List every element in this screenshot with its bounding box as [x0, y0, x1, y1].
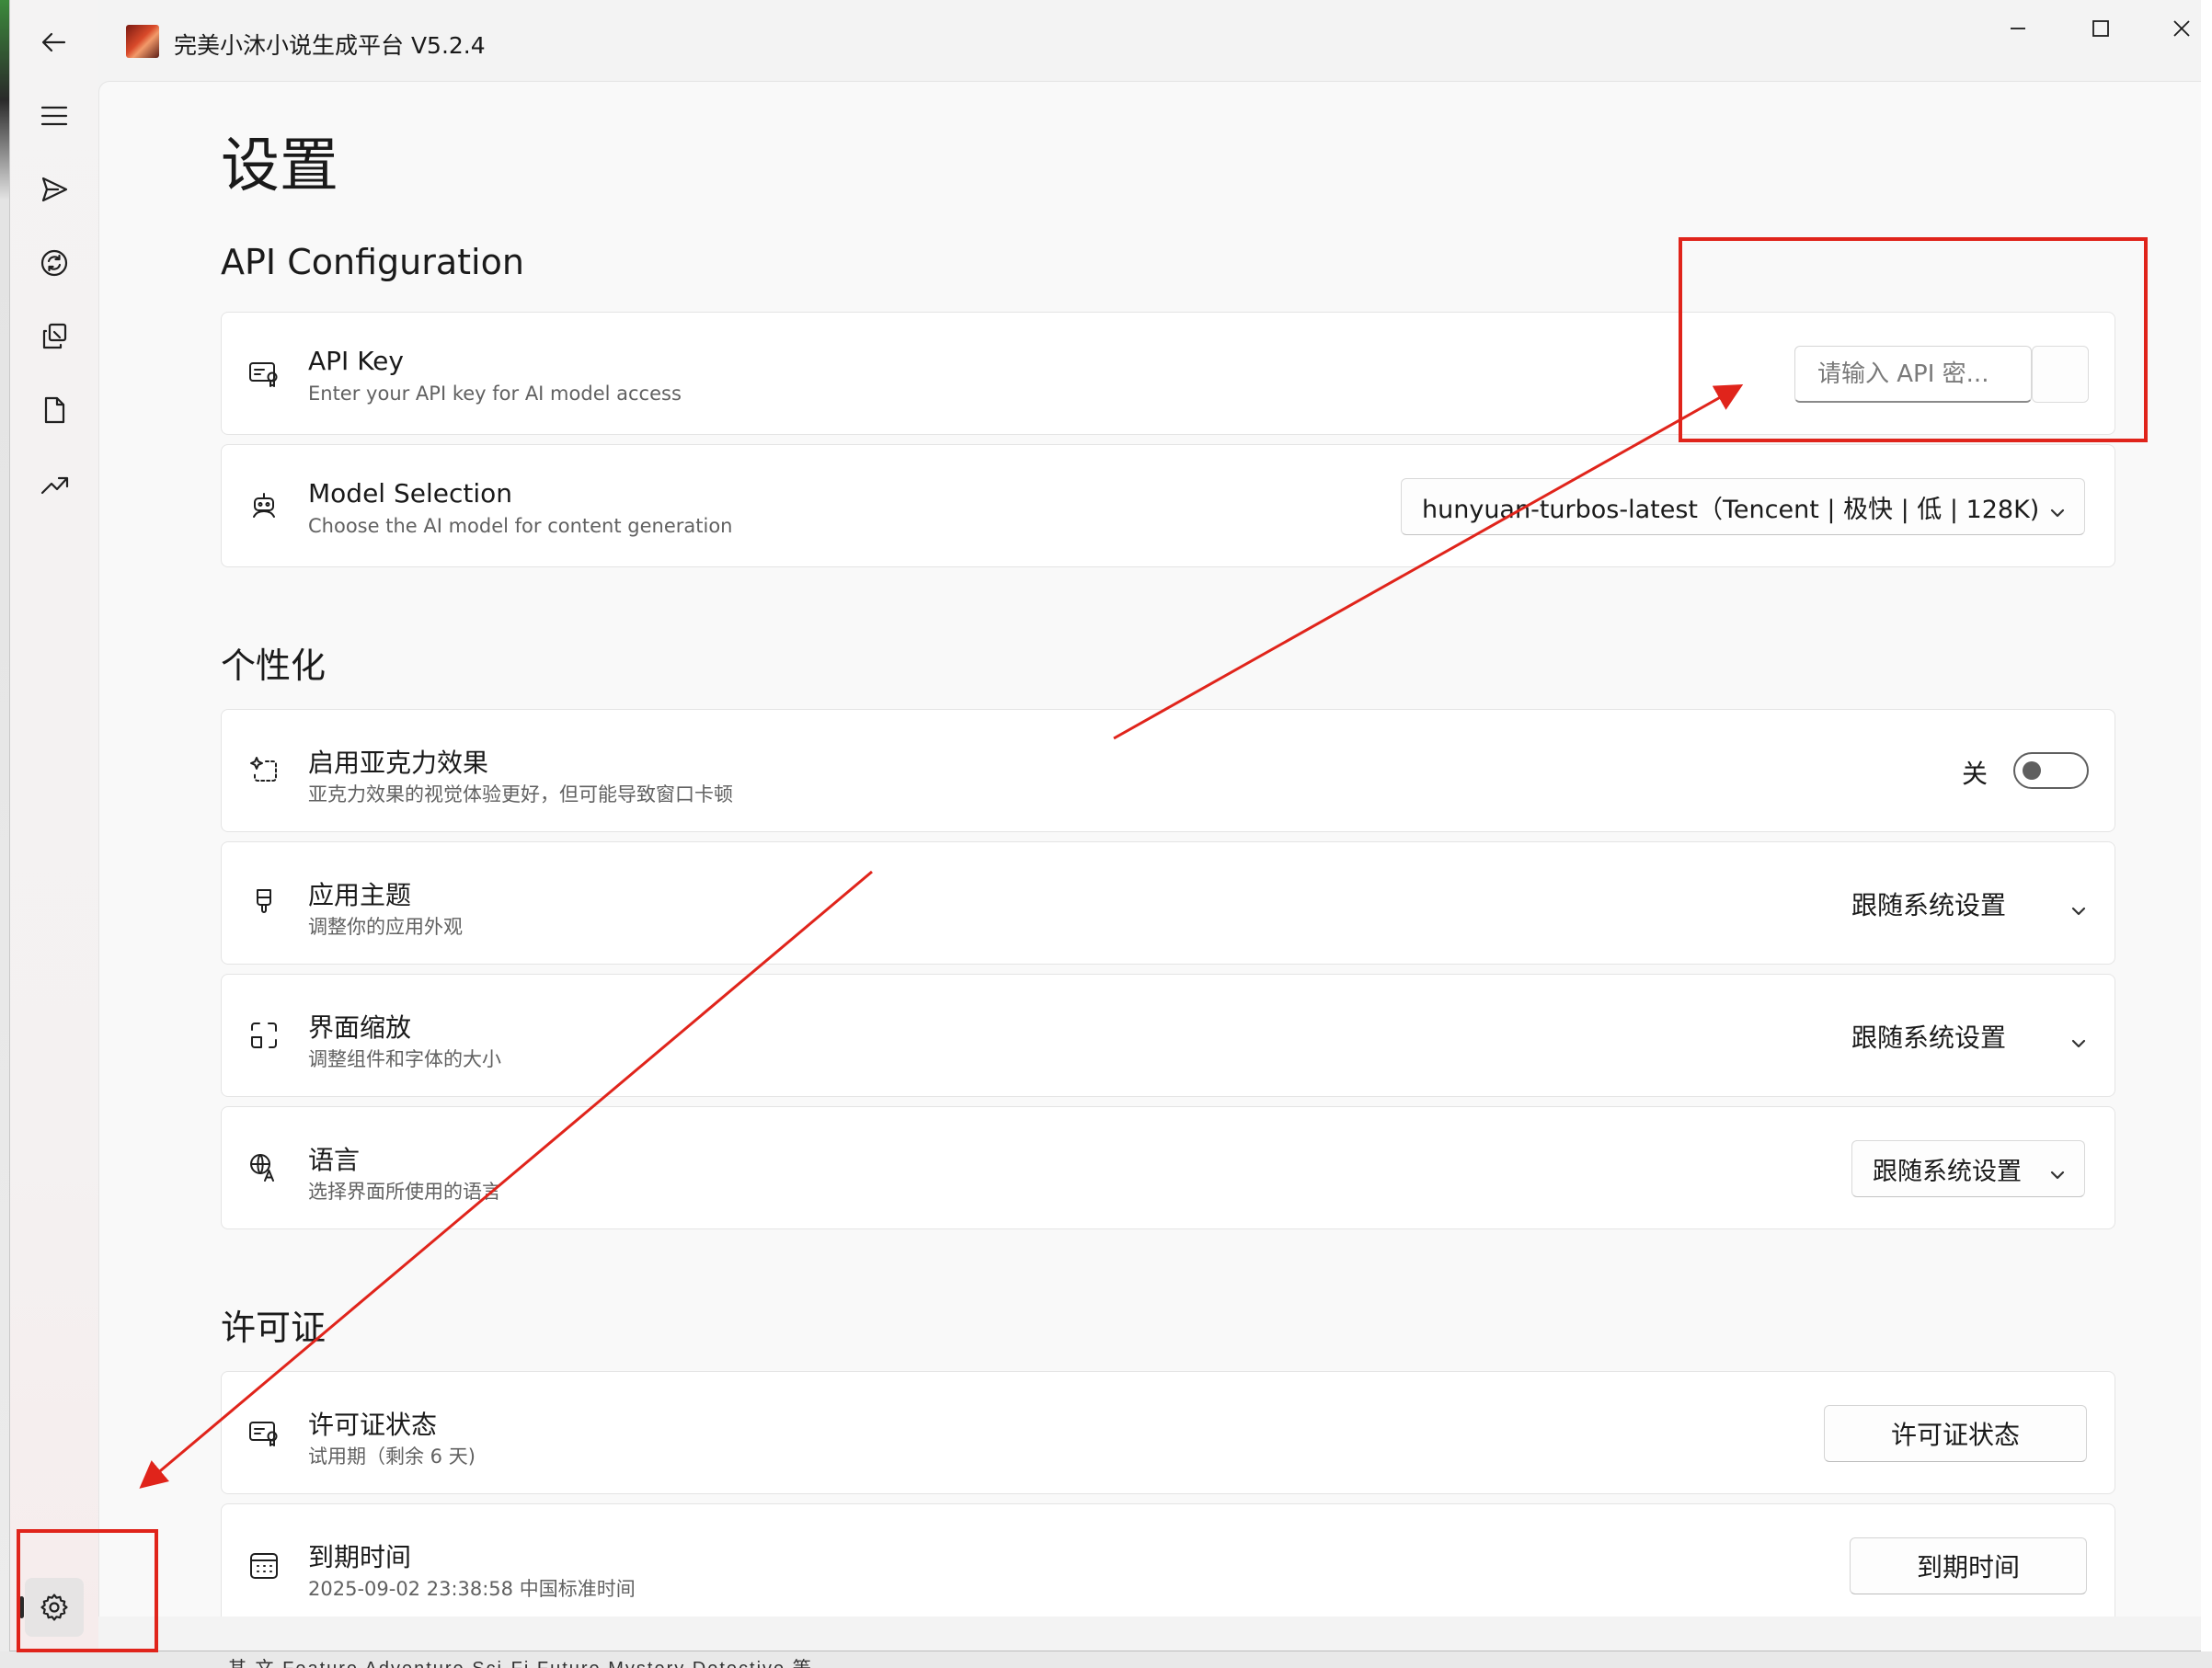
minimize-button[interactable]: [1978, 7, 2057, 50]
scale-dropdown[interactable]: 跟随系统设置: [1851, 1008, 2109, 1065]
section-title-license: 许可证: [221, 1308, 327, 1348]
license-status-title: 许可证状态: [308, 1410, 438, 1440]
acrylic-toggle-state: 关: [1962, 759, 1989, 789]
copy-edit-icon: [42, 323, 67, 349]
robot-icon: [247, 489, 281, 522]
sidebar-item-sync[interactable]: [25, 234, 84, 292]
sidebar-item-document[interactable]: [25, 381, 84, 440]
settings-page: 设置 API Configuration API Key Enter your …: [98, 81, 2201, 1617]
language-dropdown[interactable]: 跟随系统设置: [1851, 1140, 2085, 1197]
minimize-icon: [2011, 28, 2025, 29]
app-window: 完美小沐小说生成平台 V5.2.4 设置 API Configuration A…: [9, 0, 2201, 1651]
theme-dropdown-value: 跟随系统设置: [1851, 890, 2007, 920]
sidebar-item-copy-edit[interactable]: [25, 307, 84, 366]
model-select-value: hunyuan-turbos-latest（Tencent | 极快 | 低 |…: [1422, 495, 2040, 524]
maximize-button[interactable]: [2061, 7, 2140, 50]
chevron-down-icon: [2070, 896, 2087, 916]
background-strip-text: 其 文 Feature Adventure Sci-Fi Future Myst…: [228, 1653, 813, 1668]
close-icon: [2173, 20, 2190, 37]
model-select-dropdown[interactable]: hunyuan-turbos-latest（Tencent | 极快 | 低 |…: [1401, 478, 2085, 535]
title-bar: 完美小沐小说生成平台 V5.2.4: [98, 0, 2201, 81]
certificate-icon: [247, 1416, 281, 1449]
close-button[interactable]: [2142, 7, 2201, 50]
sidebar: [10, 0, 98, 1651]
expiry-title: 到期时间: [308, 1542, 412, 1572]
translate-icon: [247, 1151, 281, 1184]
license-status-description: 试用期（剩余 6 天): [308, 1445, 476, 1468]
hamburger-icon: [40, 106, 68, 126]
sparkle-frame-icon: [247, 754, 281, 787]
gear-icon: [40, 1594, 68, 1621]
sidebar-item-send[interactable]: [25, 160, 84, 219]
paper-plane-icon: [41, 177, 68, 202]
language-title: 语言: [308, 1145, 361, 1175]
model-selection-description: Choose the AI model for content generati…: [308, 515, 733, 537]
maximize-icon: [2092, 20, 2109, 37]
expiry-button[interactable]: 到期时间: [1850, 1537, 2087, 1594]
api-key-input[interactable]: [1794, 346, 2032, 403]
back-button[interactable]: [25, 13, 84, 72]
acrylic-title: 启用亚克力效果: [308, 748, 489, 778]
acrylic-toggle-switch[interactable]: [2013, 752, 2089, 789]
license-status-card: 许可证状态 试用期（剩余 6 天) 许可证状态: [221, 1371, 2115, 1494]
sidebar-item-settings[interactable]: [19, 1578, 84, 1637]
calendar-icon: [247, 1548, 281, 1582]
resize-icon: [247, 1019, 281, 1052]
api-key-reveal-button[interactable]: [2032, 346, 2089, 403]
window-title: 完美小沐小说生成平台 V5.2.4: [174, 32, 486, 59]
scale-description: 调整组件和字体的大小: [308, 1048, 501, 1070]
toggle-knob: [2023, 761, 2041, 780]
theme-description: 调整你的应用外观: [308, 916, 463, 938]
model-selection-card: Model Selection Choose the AI model for …: [221, 444, 2115, 567]
expiry-card: 到期时间 2025-09-02 23:38:58 中国标准时间 到期时间: [221, 1503, 2115, 1617]
paintbrush-icon: [247, 886, 281, 920]
section-title-api: API Configuration: [221, 242, 524, 282]
arrow-left-icon: [41, 32, 66, 52]
api-key-title: API Key: [308, 346, 404, 376]
scale-title: 界面缩放: [308, 1012, 412, 1043]
document-icon: [44, 396, 65, 424]
model-selection-title: Model Selection: [308, 478, 513, 508]
chevron-down-icon: [2049, 1161, 2066, 1180]
certificate-icon: [247, 357, 281, 390]
expiry-description: 2025-09-02 23:38:58 中国标准时间: [308, 1578, 636, 1600]
app-logo: [126, 25, 159, 58]
background-window-strip: 其 文 Feature Adventure Sci-Fi Future Myst…: [0, 1651, 2212, 1668]
page-title: 设置: [221, 132, 338, 200]
theme-card: 应用主题 调整你的应用外观 跟随系统设置: [221, 841, 2115, 965]
language-card: 语言 选择界面所使用的语言 跟随系统设置: [221, 1106, 2115, 1229]
menu-button[interactable]: [25, 86, 84, 145]
scale-card: 界面缩放 调整组件和字体的大小 跟随系统设置: [221, 974, 2115, 1097]
scale-dropdown-value: 跟随系统设置: [1851, 1023, 2007, 1053]
sync-circle-icon: [40, 249, 68, 277]
acrylic-description: 亚克力效果的视觉体验更好，但可能导致窗口卡顿: [308, 783, 733, 805]
license-status-button[interactable]: 许可证状态: [1824, 1405, 2087, 1462]
api-key-description: Enter your API key for AI model access: [308, 383, 682, 405]
language-dropdown-value: 跟随系统设置: [1873, 1157, 2022, 1186]
chevron-down-icon: [2070, 1028, 2087, 1048]
theme-title: 应用主题: [308, 880, 412, 910]
chevron-down-icon: [2049, 499, 2066, 518]
language-description: 选择界面所使用的语言: [308, 1181, 501, 1203]
trending-up-icon: [40, 476, 69, 495]
api-key-card: API Key Enter your API key for AI model …: [221, 312, 2115, 435]
theme-dropdown[interactable]: 跟随系统设置: [1851, 875, 2109, 932]
acrylic-card: 启用亚克力效果 亚克力效果的视觉体验更好，但可能导致窗口卡顿 关: [221, 709, 2115, 832]
sidebar-item-trend[interactable]: [25, 454, 84, 513]
section-title-personalization: 个性化: [221, 645, 327, 686]
